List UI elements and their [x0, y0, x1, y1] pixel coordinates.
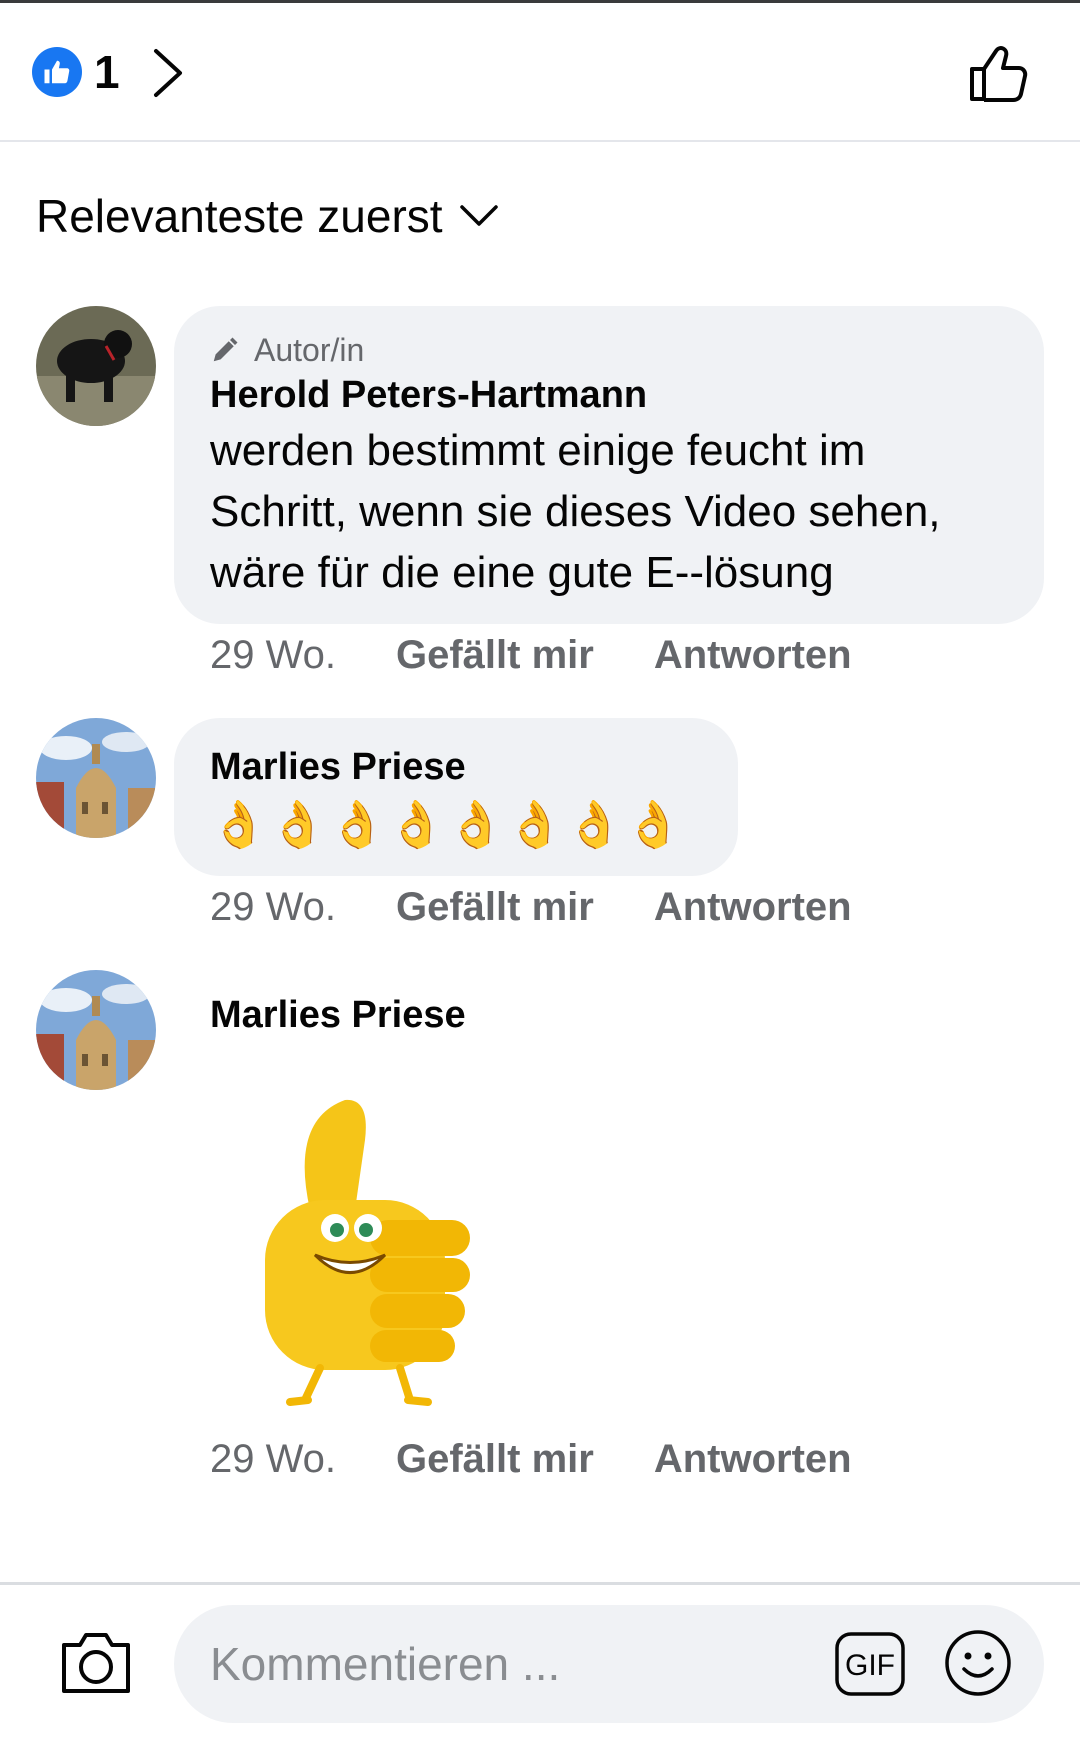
comment-text-line: wäre für die eine gute E--lösung: [210, 548, 834, 597]
commenter-name[interactable]: Herold Peters-Hartmann: [210, 370, 1008, 420]
gif-icon[interactable]: GIF: [834, 1631, 906, 1697]
reply-button[interactable]: Antworten: [654, 882, 852, 932]
chevron-right-icon[interactable]: [150, 47, 186, 99]
commenter-name[interactable]: Marlies Priese: [210, 990, 466, 1040]
comment-bubble: Marlies Priese 👌👌👌👌👌👌👌👌: [174, 718, 738, 876]
reactions-header: 1: [0, 0, 1080, 142]
ok-hand-emoji-row: 👌👌👌👌👌👌👌👌: [210, 798, 685, 850]
reply-button[interactable]: Antworten: [654, 1434, 852, 1484]
emoji-icon[interactable]: [944, 1629, 1012, 1697]
comment-timestamp[interactable]: 29 Wo.: [210, 630, 336, 680]
gif-label: GIF: [845, 1649, 895, 1682]
reply-button[interactable]: Antworten: [654, 630, 852, 680]
thumbs-up-sticker[interactable]: [250, 1080, 490, 1410]
comment-timestamp[interactable]: 29 Wo.: [210, 1434, 336, 1484]
avatar[interactable]: [36, 718, 156, 838]
comment-timestamp[interactable]: 29 Wo.: [210, 882, 336, 932]
commenter-name[interactable]: Marlies Priese: [210, 742, 702, 792]
like-reaction-icon[interactable]: [32, 47, 82, 97]
sort-dropdown[interactable]: Relevanteste zuerst: [36, 186, 499, 246]
comment-composer: GIF: [0, 1582, 1080, 1740]
avatar[interactable]: [36, 306, 156, 426]
comment-actions: 29 Wo. Gefällt mir Antworten: [210, 1434, 912, 1484]
author-badge-label: Autor/in: [254, 332, 365, 368]
pencil-icon: [213, 337, 238, 362]
author-badge: Autor/in: [210, 330, 1008, 370]
comment-actions: 29 Wo. Gefällt mir Antworten: [210, 630, 912, 680]
avatar[interactable]: [36, 970, 156, 1090]
chevron-down-icon: [459, 205, 498, 226]
comment-actions: 29 Wo. Gefällt mir Antworten: [210, 882, 912, 932]
sort-label: Relevanteste zuerst: [36, 190, 443, 242]
comment-text-line: Schritt, wenn sie dieses Video sehen,: [210, 487, 941, 536]
comment-input[interactable]: [174, 1605, 1044, 1723]
comment-bubble: Autor/in Herold Peters-Hartmann werden b…: [174, 306, 1044, 624]
like-button-icon[interactable]: [966, 41, 1032, 107]
like-comment-button[interactable]: Gefällt mir: [396, 1434, 594, 1484]
camera-icon[interactable]: [58, 1627, 134, 1697]
comment-text-line: werden bestimmt einige feucht im: [210, 426, 866, 475]
like-comment-button[interactable]: Gefällt mir: [396, 882, 594, 932]
like-count[interactable]: 1: [94, 47, 120, 97]
like-comment-button[interactable]: Gefällt mir: [396, 630, 594, 680]
